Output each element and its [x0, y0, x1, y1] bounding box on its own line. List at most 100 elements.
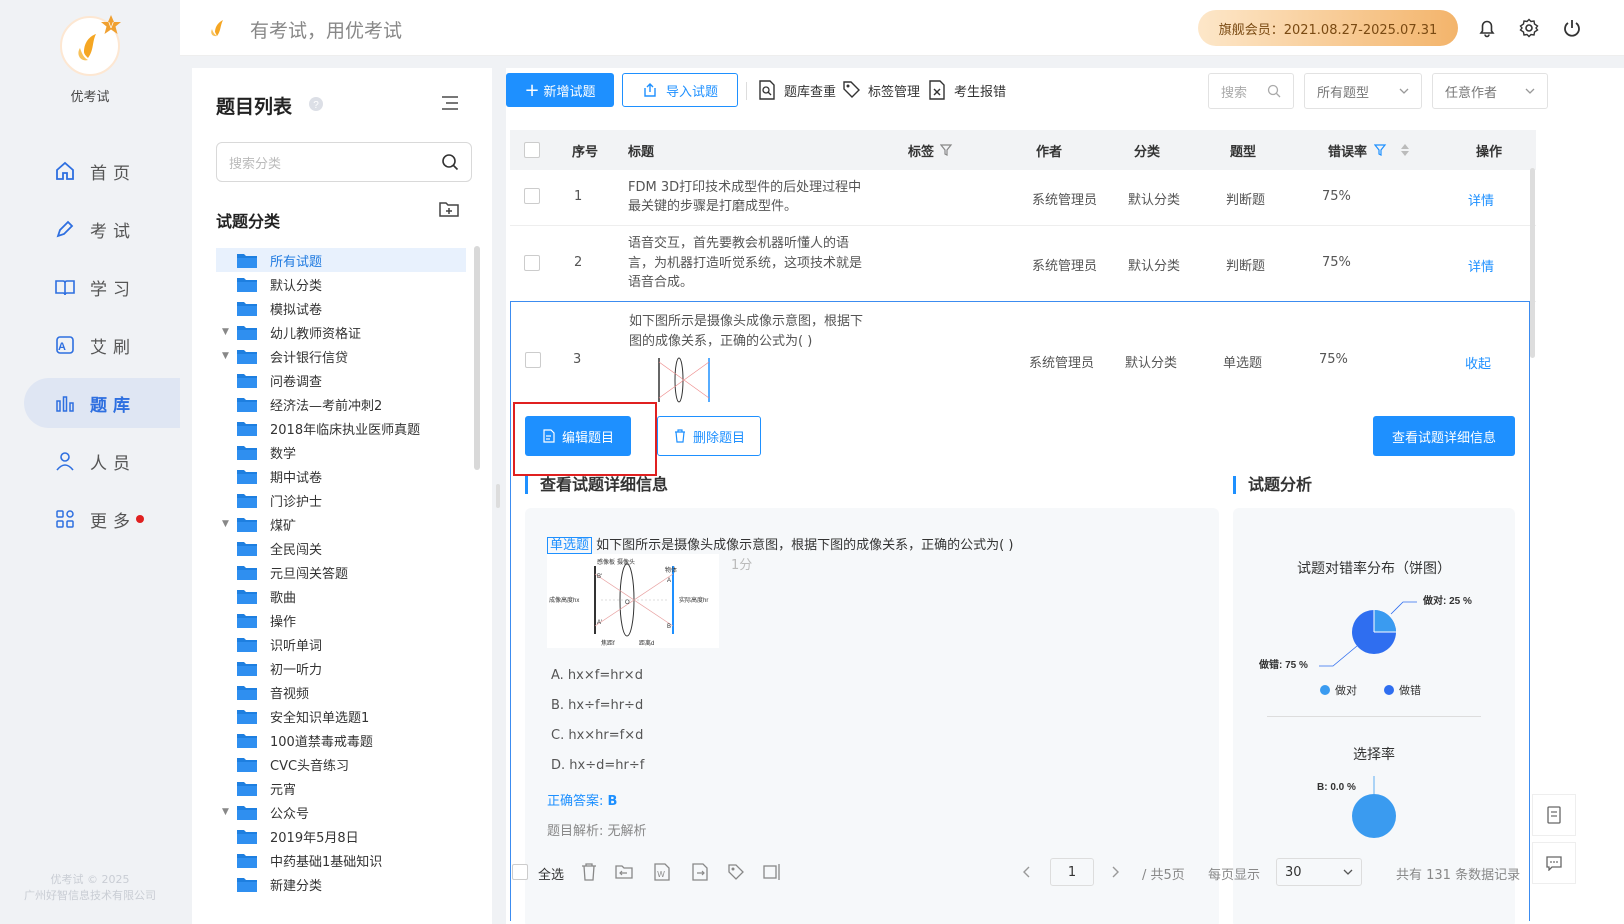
category-item[interactable]: 数学 — [216, 440, 466, 464]
category-item[interactable]: 初一听力 — [216, 656, 466, 680]
add-folder-icon[interactable] — [438, 200, 460, 218]
category-item[interactable]: 音视频 — [216, 680, 466, 704]
collapse-menu-icon[interactable] — [440, 94, 460, 112]
category-item[interactable]: 全民闯关 — [216, 536, 466, 560]
student-errors-button[interactable]: 考生报错 — [928, 80, 1006, 100]
float-chat-button[interactable] — [1532, 842, 1576, 884]
collapse-link[interactable]: 收起 — [1465, 353, 1491, 372]
add-question-button[interactable]: + 新增试题 — [506, 73, 614, 107]
tag-manage-button[interactable]: 标签管理 — [842, 80, 920, 100]
main-scrollbar[interactable] — [1530, 168, 1535, 358]
gear-icon[interactable] — [1519, 18, 1539, 38]
category-label: CVC头音练习 — [270, 758, 350, 774]
member-badge[interactable]: 旗舰会员：2021.08.27-2025.07.31 — [1198, 10, 1458, 46]
table-row[interactable]: 1 FDM 3D打印技术成型件的后处理过程中 最关键的步骤是打磨成型件。 系统管… — [510, 170, 1536, 226]
float-doc-button[interactable] — [1532, 794, 1576, 836]
filter-icon[interactable] — [1374, 143, 1388, 157]
filter-icon[interactable] — [940, 143, 954, 157]
detail-link[interactable]: 详情 — [1468, 256, 1494, 275]
select-all-header-checkbox[interactable] — [524, 142, 540, 158]
move-folder-icon[interactable] — [614, 862, 634, 882]
import-question-button[interactable]: 导入试题 — [622, 73, 738, 107]
category-item[interactable]: 2019年5月8日 — [216, 824, 466, 848]
nav-item-study[interactable]: 学习 — [24, 262, 180, 312]
category-item[interactable]: 期中试卷 — [216, 464, 466, 488]
expand-arrow-icon[interactable]: ▼ — [222, 807, 236, 817]
category-item[interactable]: 所有试题 — [216, 248, 466, 272]
row-checkbox[interactable] — [524, 255, 540, 271]
category-item[interactable]: 元宵 — [216, 776, 466, 800]
nav-item-more[interactable]: 更多 — [24, 494, 180, 544]
category-item[interactable]: 元旦闯关答题 — [216, 560, 466, 584]
question-search-input[interactable]: 搜索 — [1208, 73, 1294, 109]
category-item[interactable]: 歌曲 — [216, 584, 466, 608]
page-number-input[interactable]: 1 — [1050, 858, 1094, 886]
select-all-checkbox[interactable] — [512, 864, 528, 880]
nav-item-people[interactable]: 人员 — [24, 436, 180, 486]
category-item[interactable]: 100道禁毒戒毒题 — [216, 728, 466, 752]
diagram-label-distance: 距离d — [639, 639, 654, 647]
apps-icon — [56, 510, 74, 528]
edit-question-button[interactable]: 编辑题目 — [525, 416, 631, 456]
chevron-down-icon — [1399, 88, 1409, 94]
view-detail-button[interactable]: 查看试题详细信息 — [1373, 416, 1515, 456]
folder-icon — [237, 325, 257, 340]
category-item[interactable]: CVC头音练习 — [216, 752, 466, 776]
help-icon[interactable]: ? — [308, 96, 324, 112]
nav-item-brush[interactable]: A 艾刷 — [24, 320, 180, 370]
import-label: 导入试题 — [665, 84, 718, 100]
category-item[interactable]: 门诊护士 — [216, 488, 466, 512]
expanded-row: 3 如下图所示是摄像头成像示意图，根据下 图的成像关系，正确的公式为( ) 系统… — [510, 301, 1530, 924]
category-item[interactable]: 新建分类 — [216, 872, 466, 896]
category-item[interactable]: ▼ 幼儿教师资格证 — [216, 320, 466, 344]
per-page-select[interactable]: 30 — [1276, 858, 1362, 886]
next-page-icon[interactable] — [1112, 866, 1120, 878]
category-item[interactable]: 安全知识单选题1 — [216, 704, 466, 728]
select-rate-pie-chart: B: 0.0 % — [1317, 776, 1396, 838]
author-select[interactable]: 任意作者 — [1432, 73, 1548, 109]
delete-question-button[interactable]: 删除题目 — [657, 416, 761, 456]
row-checkbox[interactable] — [525, 352, 541, 368]
batch-tag-icon[interactable] — [726, 862, 746, 882]
nav-item-home[interactable]: 首页 — [24, 146, 180, 196]
expand-arrow-icon[interactable]: ▼ — [222, 351, 236, 361]
category-scrollbar[interactable] — [474, 246, 480, 470]
question-type-select[interactable]: 所有题型 — [1304, 73, 1422, 109]
expand-arrow-icon[interactable]: ▼ — [222, 519, 236, 529]
search-icon — [1267, 84, 1281, 98]
category-item[interactable]: 默认分类 — [216, 272, 466, 296]
bell-icon[interactable] — [1477, 18, 1497, 38]
category-item[interactable]: 操作 — [216, 608, 466, 632]
delete-label: 删除题目 — [692, 430, 745, 446]
prev-page-icon[interactable] — [1022, 866, 1030, 878]
dedupe-button[interactable]: 题库查重 — [758, 80, 836, 100]
category-item[interactable]: 经济法—考前冲刺2 — [216, 392, 466, 416]
col-author: 作者 — [1036, 144, 1063, 160]
export-icon[interactable] — [690, 862, 710, 882]
category-item[interactable]: 问卷调查 — [216, 368, 466, 392]
nav-item-question-bank[interactable]: 题库 — [24, 378, 180, 428]
category-item[interactable]: ▼ 煤矿 — [216, 512, 466, 536]
nav-item-exam[interactable]: 考试 — [24, 204, 180, 254]
expand-arrow-icon[interactable]: ▼ — [222, 327, 236, 337]
category-item[interactable]: 中药基础1基础知识 — [216, 848, 466, 872]
search-icon[interactable] — [441, 153, 459, 171]
sort-icon[interactable] — [1400, 142, 1410, 158]
table-row[interactable]: 2 语音交互，首先要教会机器听懂人的语 言，为机器打造听觉系统，这项技术就是 语… — [510, 226, 1536, 302]
category-search-input[interactable]: 搜索分类 — [216, 142, 472, 182]
category-item[interactable]: ▼ 公众号 — [216, 800, 466, 824]
detail-link[interactable]: 详情 — [1468, 190, 1494, 209]
category-item[interactable]: 识听单词 — [216, 632, 466, 656]
notification-dot — [136, 515, 144, 523]
trash-icon[interactable] — [580, 862, 598, 882]
panel-resize-handle[interactable] — [496, 484, 500, 508]
category-item[interactable]: ▼ 会计银行信贷 — [216, 344, 466, 368]
diagram-point-o: O — [625, 600, 630, 606]
power-icon[interactable] — [1562, 18, 1582, 38]
batch-edit-icon[interactable] — [762, 862, 782, 882]
row-checkbox[interactable] — [524, 188, 540, 204]
export-word-icon[interactable]: W — [652, 862, 672, 882]
category-item[interactable]: 2018年临床执业医师真题 — [216, 416, 466, 440]
select-rate-title: 选择率 — [1353, 747, 1395, 763]
category-item[interactable]: 模拟试卷 — [216, 296, 466, 320]
